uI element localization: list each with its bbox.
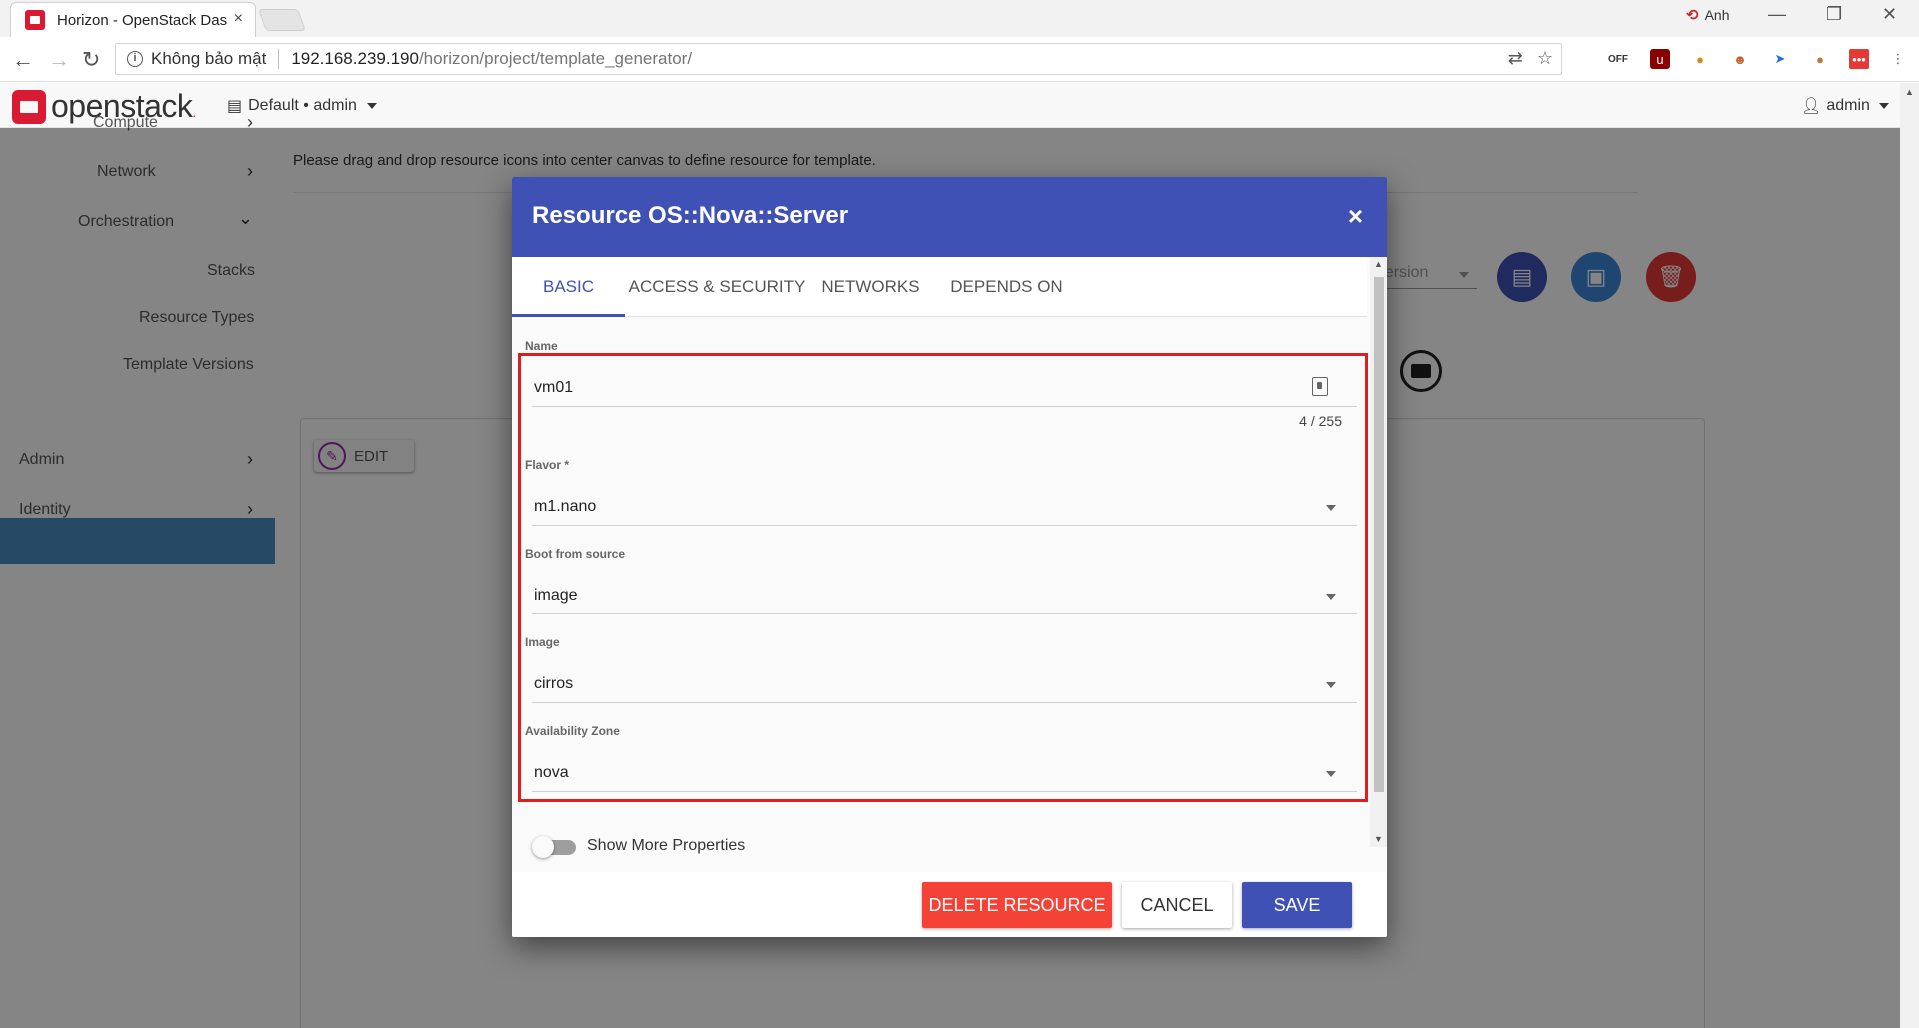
extension-icon[interactable]: ● <box>1690 49 1710 69</box>
tab-basic[interactable]: BASIC <box>512 257 625 317</box>
lastpass-extension-icon[interactable]: ••• <box>1849 49 1869 69</box>
tab-close-icon[interactable]: × <box>234 10 243 28</box>
back-icon[interactable]: ← <box>12 47 34 73</box>
off-extension-icon[interactable]: OFF <box>1608 49 1628 69</box>
dialog-header: Resource OS::Nova::Server × <box>512 177 1387 257</box>
window-close-icon[interactable]: ✕ <box>1882 4 1897 25</box>
url-separator <box>278 49 280 69</box>
address-toolbar: ← → ↻ i Không bảo mật 192.168.239.190 /h… <box>0 37 1919 82</box>
restore-icon[interactable]: ❐ <box>1826 4 1842 25</box>
info-icon[interactable]: i <box>127 51 143 67</box>
forward-icon[interactable]: → <box>48 47 70 73</box>
horizon-header: openstack. ▤ Default • admin 👤︎ admin <box>0 83 1900 128</box>
star-icon[interactable]: ☆ <box>1537 48 1553 69</box>
scroll-up-icon[interactable]: ▲ <box>1374 259 1383 269</box>
page-scrollbar[interactable]: ▲ <box>1900 83 1919 1028</box>
translate-icon[interactable]: ⇄ <box>1508 48 1523 69</box>
show-more-toggle[interactable] <box>532 835 576 859</box>
profile-icon: ⟲ <box>1686 7 1699 24</box>
delete-resource-button[interactable]: DELETE RESOURCE <box>922 882 1112 928</box>
tab-networks[interactable]: NETWORKS <box>810 257 931 317</box>
project-label: Default • admin <box>248 97 357 114</box>
cookie-extension-icon[interactable]: ● <box>1810 49 1830 69</box>
browser-profile[interactable]: ⟲ Anh <box>1686 6 1730 24</box>
url-host: 192.168.239.190 <box>291 49 419 68</box>
close-icon[interactable]: × <box>1348 201 1363 232</box>
monkey-extension-icon[interactable]: ☻ <box>1730 49 1750 69</box>
browser-tab[interactable]: Horizon - OpenStack Das × <box>10 2 256 37</box>
arrow-extension-icon[interactable]: ➤ <box>1770 49 1790 69</box>
reload-icon[interactable]: ↻ <box>82 47 100 73</box>
name-label: Name <box>525 339 558 353</box>
tab-depends-on[interactable]: DEPENDS ON <box>931 257 1082 317</box>
openstack-favicon-icon <box>25 10 45 30</box>
dialog-tabs: BASIC ACCESS & SECURITY NETWORKS DEPENDS… <box>512 257 1367 317</box>
dialog-title: Resource OS::Nova::Server <box>532 202 849 229</box>
dialog-footer: DELETE RESOURCE CANCEL SAVE <box>512 872 1387 937</box>
scroll-up-icon[interactable]: ▲ <box>1905 87 1914 97</box>
url-path: /horizon/project/template_generator/ <box>418 49 693 68</box>
tab-access-security[interactable]: ACCESS & SECURITY <box>624 257 810 317</box>
browser-tab-title: Horizon - OpenStack Das <box>57 11 228 29</box>
new-tab-button[interactable] <box>257 9 307 31</box>
scroll-thumb[interactable] <box>1374 277 1384 792</box>
browser-menu-icon[interactable]: ⋮ <box>1888 49 1908 69</box>
chevron-down-icon <box>366 103 377 109</box>
openstack-logo-icon <box>12 89 46 124</box>
dialog-scrollbar[interactable]: ▲ ▼ <box>1370 257 1387 847</box>
toggle-thumb <box>532 836 554 858</box>
minimize-icon[interactable]: — <box>1768 4 1786 25</box>
ublock-extension-icon[interactable]: u <box>1650 49 1670 69</box>
user-menu[interactable]: 👤︎ admin <box>1801 96 1889 116</box>
show-more-label[interactable]: Show More Properties <box>587 837 745 855</box>
chevron-down-icon <box>1878 103 1889 109</box>
scroll-down-icon[interactable]: ▼ <box>1374 834 1383 844</box>
profile-name: Anh <box>1704 7 1730 23</box>
resource-dialog: Resource OS::Nova::Server × BASIC ACCESS… <box>512 177 1387 937</box>
browser-tabstrip: Horizon - OpenStack Das × ⟲ Anh — ❐ ✕ <box>0 0 1919 37</box>
annotation-highlight-box <box>518 353 1368 802</box>
save-button[interactable]: SAVE <box>1242 882 1352 928</box>
project-icon: ▤ <box>227 98 243 115</box>
user-icon: 👤︎ <box>1801 98 1822 115</box>
url-bar[interactable]: i Không bảo mật 192.168.239.190 /horizon… <box>115 43 1562 75</box>
security-status[interactable]: Không bảo mật <box>151 49 266 69</box>
user-name: admin <box>1826 97 1870 114</box>
cancel-button[interactable]: CANCEL <box>1122 882 1232 928</box>
